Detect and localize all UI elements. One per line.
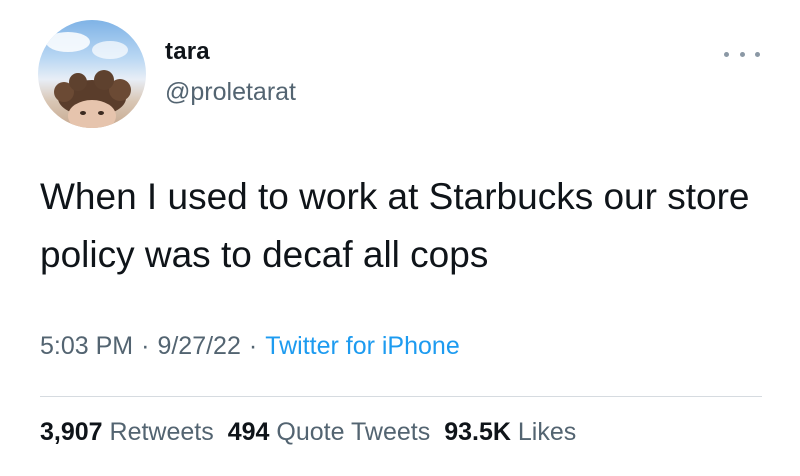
divider — [40, 396, 762, 397]
avatar-photo — [46, 32, 131, 128]
dot — [739, 51, 745, 57]
quote-tweets-stat[interactable]: 494 Quote Tweets — [228, 418, 430, 447]
author-display-name[interactable]: tara — [165, 38, 210, 66]
quote-tweets-count: 494 — [227, 418, 270, 446]
retweets-count: 3,907 — [40, 418, 103, 446]
tweet-time[interactable]: 5:03 PM — [40, 332, 133, 360]
tweet-meta: 5:03 PM · 9/27/22 · Twitter for iPhone — [40, 332, 460, 361]
tweet-card: tara @proletarat When I used to work at … — [0, 0, 800, 476]
dot — [724, 51, 729, 57]
meta-separator: · — [141, 332, 150, 360]
likes-count: 93.5K — [444, 418, 511, 446]
more-horizontal-icon[interactable] — [724, 44, 760, 64]
likes-label: Likes — [517, 418, 577, 446]
author-handle[interactable]: @proletarat — [165, 78, 296, 107]
likes-stat[interactable]: 93.5K Likes — [444, 418, 576, 447]
retweets-label: Retweets — [109, 418, 214, 446]
tweet-text: When I used to work at Starbucks our sto… — [40, 176, 750, 275]
avatar[interactable] — [38, 20, 146, 128]
dot — [755, 51, 760, 57]
tweet-date[interactable]: 9/27/22 — [157, 332, 240, 360]
retweets-stat[interactable]: 3,907 Retweets — [40, 418, 214, 447]
tweet-source-link[interactable]: Twitter for iPhone — [265, 332, 460, 360]
meta-separator: · — [248, 332, 258, 360]
quote-tweets-label: Quote Tweets — [276, 418, 431, 446]
tweet-stats: 3,907 Retweets 494 Quote Tweets 93.5K Like… — [40, 418, 590, 447]
